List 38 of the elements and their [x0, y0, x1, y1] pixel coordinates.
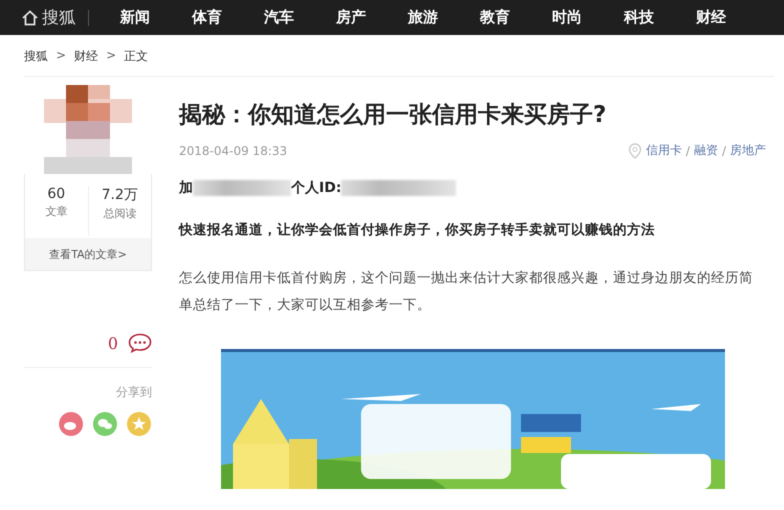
home-icon[interactable] — [22, 10, 38, 26]
weibo-share-icon[interactable] — [58, 411, 84, 437]
lead-paragraph: 快速报名通道，让你学会低首付操作房子，你买房子转手卖就可以赚钱的方法 — [179, 221, 656, 239]
comment-count: 0 — [108, 334, 118, 352]
breadcrumb-link[interactable]: 财经 — [74, 48, 98, 65]
site-logo[interactable]: 搜狐 — [42, 10, 76, 26]
nav-link[interactable]: 科技 — [603, 8, 675, 27]
stat-value: 7.2万 — [102, 186, 138, 204]
nav-link[interactable]: 体育 — [171, 8, 243, 27]
share-label: 分享到 — [116, 384, 152, 401]
nav-link[interactable]: 新闻 — [99, 8, 171, 27]
breadcrumb-link[interactable]: 正文 — [124, 48, 148, 65]
nav-link[interactable]: 旅游 — [387, 8, 459, 27]
nav-link[interactable]: 房产 — [315, 8, 387, 27]
comment-icon[interactable] — [128, 333, 152, 353]
contact-prefix: 加 — [179, 179, 193, 197]
nav-link[interactable]: 汽车 — [243, 8, 315, 27]
publish-date: 2018-04-09 18:33 — [179, 144, 288, 158]
nav-link[interactable]: 时尚 — [531, 8, 603, 27]
favorite-share-icon[interactable] — [126, 411, 152, 437]
tag-link[interactable]: 融资 — [694, 142, 718, 159]
breadcrumb-separator: > — [56, 48, 66, 64]
body-paragraph: 怎么使用信用卡低首付购房，这个问题一抛出来估计大家都很感兴趣，通过身边朋友的经历简单总结了一下，大家可以互相参考一下。 — [179, 269, 754, 315]
tag-link[interactable]: 信用卡 — [646, 142, 682, 159]
stat-label: 总阅读 — [103, 206, 136, 221]
article-title: 揭秘：你知道怎么用一张信用卡来买房子? — [179, 101, 608, 130]
nav-link[interactable]: 教育 — [459, 8, 531, 27]
author-articles-link[interactable]: 查看TA的文章> — [25, 238, 151, 270]
tag-link[interactable]: 房地产 — [730, 142, 766, 159]
tag-separator: / — [686, 144, 690, 158]
wechat-share-icon[interactable] — [92, 411, 118, 437]
stat-label: 文章 — [45, 204, 68, 219]
id-label: 个人ID: — [291, 179, 342, 197]
breadcrumb-separator: > — [106, 48, 116, 64]
breadcrumb-link[interactable]: 搜狐 — [24, 48, 48, 65]
nav-link[interactable]: 财经 — [675, 8, 747, 27]
tag-separator: / — [722, 144, 726, 158]
stat-value: 60 — [47, 186, 66, 202]
